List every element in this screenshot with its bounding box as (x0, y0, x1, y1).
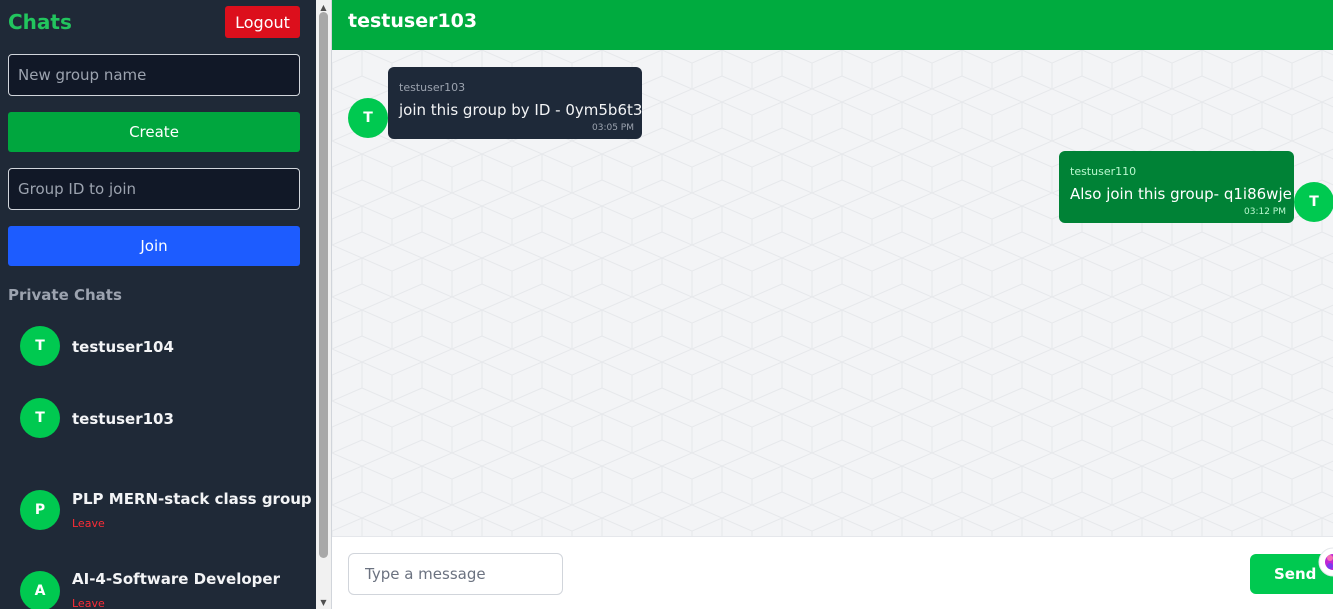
message-sender: testuser103 (399, 81, 466, 94)
sidebar-scrollbar[interactable]: ▲ ▼ (316, 0, 331, 609)
scrollbar-thumb[interactable] (319, 12, 328, 558)
message-bubble-incoming: testuser103 join this group by ID - 0ym5… (388, 67, 642, 139)
logout-button[interactable]: Logout (225, 6, 300, 38)
triangle-down-icon[interactable]: ▼ (316, 595, 331, 609)
create-group-button[interactable]: Create (8, 112, 300, 152)
chat-panel: testuser103 T testuser103 join this grou… (332, 0, 1333, 609)
chat-item-ai-4-software-developer[interactable]: A AI-4-Software Developer Leave (0, 561, 316, 609)
avatar: A (20, 571, 60, 609)
leave-group-link[interactable]: Leave (72, 597, 105, 609)
avatar: T (1294, 182, 1333, 222)
message-text: join this group by ID - 0ym5b6t3 (399, 101, 643, 119)
message-timestamp: 03:12 PM (1244, 207, 1286, 217)
join-group-button[interactable]: Join (8, 226, 300, 266)
group-name-input[interactable] (8, 54, 300, 96)
private-chats-heading: Private Chats (8, 286, 122, 304)
chat-name: AI-4-Software Developer (72, 570, 280, 588)
assistant-brain-icon[interactable] (1318, 547, 1333, 577)
message-bubble-outgoing: testuser110 Also join this group- q1i86w… (1059, 151, 1294, 223)
avatar: T (20, 326, 60, 366)
message-sender: testuser110 (1070, 165, 1137, 178)
message-text: Also join this group- q1i86wje (1070, 185, 1292, 203)
message-composer: Send (332, 536, 1333, 609)
chat-name: testuser103 (72, 410, 174, 428)
chat-title: testuser103 (348, 10, 478, 32)
message-list[interactable]: T testuser103 join this group by ID - 0y… (332, 50, 1333, 536)
group-id-input[interactable] (8, 168, 300, 210)
chat-item-testuser104[interactable]: T testuser104 (0, 316, 316, 376)
sidebar: Chats Logout Create Join Private Chats T… (0, 0, 316, 609)
avatar: T (20, 398, 60, 438)
avatar: T (348, 98, 388, 138)
avatar: P (20, 490, 60, 530)
chat-item-plp-mern-stack-class-group[interactable]: P PLP MERN-stack class group Leave (0, 480, 316, 540)
chat-name: PLP MERN-stack class group (72, 490, 312, 508)
message-input[interactable] (348, 553, 563, 595)
chat-header: testuser103 (332, 0, 1333, 50)
leave-group-link[interactable]: Leave (72, 517, 105, 530)
chat-item-testuser103[interactable]: T testuser103 (0, 388, 316, 448)
message-timestamp: 03:05 PM (592, 123, 634, 133)
sidebar-title: Chats (8, 10, 72, 34)
chat-name: testuser104 (72, 338, 174, 356)
